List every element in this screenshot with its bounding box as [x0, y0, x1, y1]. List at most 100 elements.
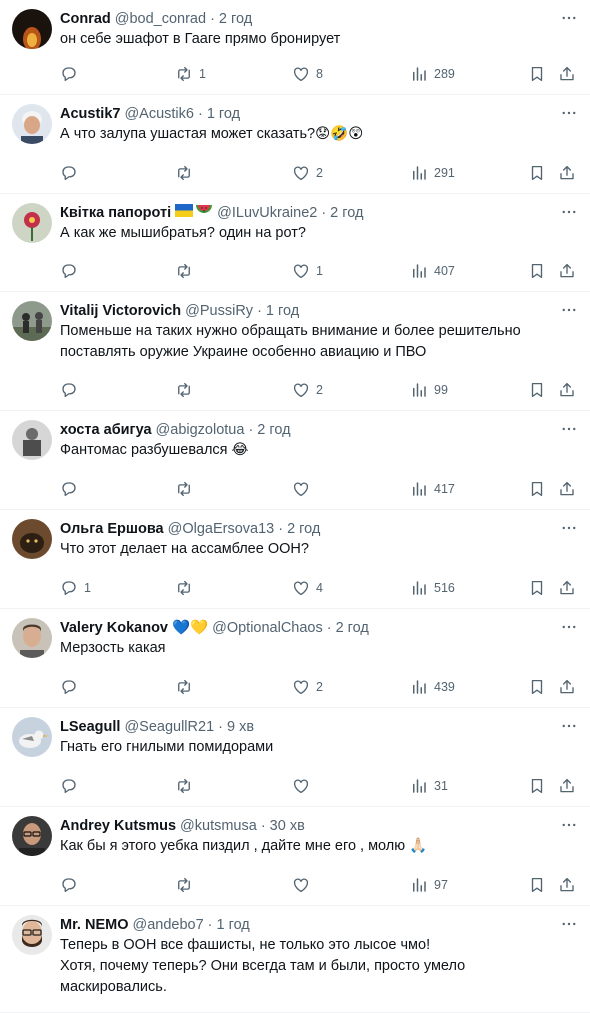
display-name[interactable]: Valery Kokanov — [60, 618, 168, 638]
avatar[interactable] — [12, 717, 52, 757]
like-button[interactable] — [292, 479, 316, 499]
reply-tweet[interactable]: LSeagull @SeagullR21 · 9 хв Гнать его гнилым… — [0, 708, 590, 807]
like-button[interactable]: 8 — [292, 64, 323, 84]
reply-tweet[interactable]: Andrey Kutsmus @kutsmusa · 30 хв Как бы я эт… — [0, 807, 590, 906]
views-button[interactable]: 291 — [410, 163, 455, 183]
more-options-button[interactable] — [560, 104, 578, 122]
views-button[interactable]: 417 — [410, 479, 455, 499]
avatar[interactable] — [12, 104, 52, 144]
retweet-button[interactable] — [175, 578, 199, 598]
share-button[interactable] — [558, 64, 576, 84]
reply-button[interactable] — [60, 163, 84, 183]
user-handle[interactable]: @OlgaErsova13 — [168, 519, 275, 539]
display-name[interactable]: LSeagull — [60, 717, 120, 737]
bookmark-button[interactable] — [528, 64, 546, 84]
bookmark-button[interactable] — [528, 578, 546, 598]
timestamp[interactable]: 1 год — [207, 104, 240, 124]
share-button[interactable] — [558, 479, 576, 499]
share-button[interactable] — [558, 776, 576, 796]
display-name[interactable]: Acustik7 — [60, 104, 120, 124]
share-button[interactable] — [558, 578, 576, 598]
reply-button[interactable] — [60, 380, 84, 400]
more-options-button[interactable] — [560, 203, 578, 221]
avatar[interactable] — [12, 915, 52, 955]
like-button[interactable]: 2 — [292, 163, 323, 183]
bookmark-button[interactable] — [528, 677, 546, 697]
share-button[interactable] — [558, 163, 576, 183]
reply-tweet[interactable]: Ольга Ершова @OlgaErsova13 · 2 год Что этот … — [0, 510, 590, 609]
avatar[interactable] — [12, 519, 52, 559]
user-handle[interactable]: @ILuvUkraine2 — [217, 203, 317, 223]
more-options-button[interactable] — [560, 618, 578, 636]
bookmark-button[interactable] — [528, 163, 546, 183]
retweet-button[interactable] — [175, 677, 199, 697]
like-button[interactable] — [292, 776, 316, 796]
timestamp[interactable]: 2 год — [330, 203, 363, 223]
retweet-button[interactable] — [175, 776, 199, 796]
display-name[interactable]: Andrey Kutsmus — [60, 816, 176, 836]
views-button[interactable]: 97 — [410, 875, 448, 895]
avatar[interactable] — [12, 420, 52, 460]
user-handle[interactable]: @kutsmusa — [180, 816, 257, 836]
reply-button[interactable] — [60, 64, 84, 84]
reply-button[interactable] — [60, 479, 84, 499]
more-options-button[interactable] — [560, 9, 578, 27]
views-button[interactable]: 289 — [410, 64, 455, 84]
reply-button[interactable] — [60, 776, 84, 796]
reply-tweet[interactable]: Квітка папороті @ILuvUkraine2 · 2 год А как … — [0, 194, 590, 292]
avatar[interactable] — [12, 203, 52, 243]
reply-tweet[interactable]: Acustik7 @Acustik6 · 1 год А что залупа ушас… — [0, 95, 590, 194]
reply-button[interactable] — [60, 875, 84, 895]
share-button[interactable] — [558, 380, 576, 400]
user-handle[interactable]: @SeagullR21 — [124, 717, 214, 737]
more-options-button[interactable] — [560, 915, 578, 933]
avatar[interactable] — [12, 9, 52, 49]
like-button[interactable] — [292, 875, 316, 895]
avatar[interactable] — [12, 816, 52, 856]
bookmark-button[interactable] — [528, 380, 546, 400]
bookmark-button[interactable] — [528, 875, 546, 895]
more-options-button[interactable] — [560, 420, 578, 438]
avatar[interactable] — [12, 618, 52, 658]
more-options-button[interactable] — [560, 519, 578, 537]
like-button[interactable]: 4 — [292, 578, 323, 598]
share-button[interactable] — [558, 875, 576, 895]
more-options-button[interactable] — [560, 717, 578, 735]
views-button[interactable]: 99 — [410, 380, 448, 400]
user-handle[interactable]: @andebo7 — [132, 915, 203, 935]
reply-button[interactable]: 1 — [60, 578, 91, 598]
reply-tweet[interactable]: Conrad @bod_conrad · 2 год он себе эшафот в … — [0, 0, 590, 95]
share-button[interactable] — [558, 677, 576, 697]
user-handle[interactable]: @bod_conrad — [115, 9, 206, 29]
user-handle[interactable]: @OptionalChaos — [212, 618, 323, 638]
like-button[interactable]: 1 — [292, 261, 323, 281]
views-button[interactable]: 516 — [410, 578, 455, 598]
timestamp[interactable]: 30 хв — [270, 816, 305, 836]
like-button[interactable]: 2 — [292, 380, 323, 400]
timestamp[interactable]: 2 год — [287, 519, 320, 539]
timestamp[interactable]: 2 год — [219, 9, 252, 29]
display-name[interactable]: Ольга Ершова — [60, 519, 164, 539]
retweet-button[interactable] — [175, 380, 199, 400]
reply-tweet[interactable]: Valery Kokanov 💙💛 @OptionalChaos · 2 год Мерз… — [0, 609, 590, 708]
avatar[interactable] — [12, 301, 52, 341]
retweet-button[interactable] — [175, 261, 199, 281]
retweet-button[interactable] — [175, 875, 199, 895]
timestamp[interactable]: 1 год — [266, 301, 299, 321]
display-name[interactable]: Mr. NEMO — [60, 915, 128, 935]
views-button[interactable]: 31 — [410, 776, 448, 796]
display-name[interactable]: хоста абигуа — [60, 420, 152, 440]
user-handle[interactable]: @Acustik6 — [124, 104, 194, 124]
timestamp[interactable]: 1 год — [217, 915, 250, 935]
bookmark-button[interactable] — [528, 261, 546, 281]
display-name[interactable]: Conrad — [60, 9, 111, 29]
reply-button[interactable] — [60, 677, 84, 697]
display-name[interactable]: Vitalij Victorovich — [60, 301, 181, 321]
views-button[interactable]: 439 — [410, 677, 455, 697]
retweet-button[interactable] — [175, 479, 199, 499]
timestamp[interactable]: 2 год — [257, 420, 290, 440]
like-button[interactable]: 2 — [292, 677, 323, 697]
retweet-button[interactable] — [175, 163, 199, 183]
bookmark-button[interactable] — [528, 479, 546, 499]
reply-tweet[interactable]: хоста абигуа @abigzolotua · 2 год Фантомас р… — [0, 411, 590, 510]
